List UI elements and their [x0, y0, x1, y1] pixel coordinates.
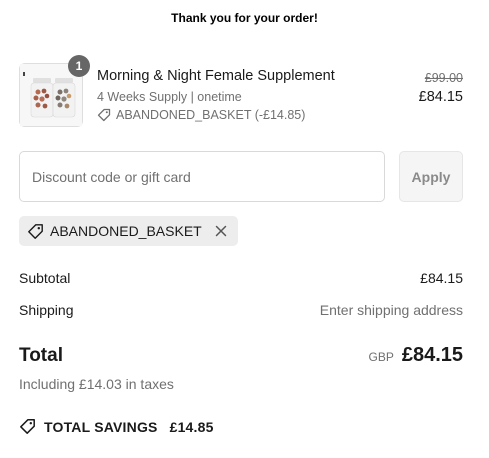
apply-discount-button[interactable]: Apply	[399, 151, 463, 202]
applied-discount-code: ABANDONED_BASKET	[50, 223, 202, 239]
tag-icon	[28, 223, 43, 239]
shipping-label: Shipping	[19, 302, 74, 318]
total-value-group: GBP £84.15	[368, 344, 463, 367]
total-savings-amount: £14.85	[169, 418, 214, 435]
total-label: Total	[19, 345, 63, 366]
total-row: Total GBP £84.15	[19, 344, 463, 369]
line-item-discount: ABANDONED_BASKET (-£14.85)	[97, 108, 305, 122]
applied-discount-chip: ABANDONED_BASKET	[19, 216, 238, 246]
discounted-price: £84.15	[418, 89, 463, 105]
order-confirmation-banner: Thank you for your order!	[171, 11, 318, 25]
total-savings-label: TOTAL SAVINGS	[44, 418, 158, 435]
product-name: Morning & Night Female Supplement	[97, 68, 335, 84]
product-variant: 4 Weeks Supply | onetime	[97, 90, 242, 104]
discount-code-input[interactable]	[19, 151, 385, 202]
remove-discount-button[interactable]	[214, 224, 228, 238]
subtotal-label: Subtotal	[19, 270, 71, 286]
tag-icon	[97, 108, 111, 122]
line-item-discount-label: ABANDONED_BASKET (-£14.85)	[116, 108, 306, 122]
shipping-row: Shipping Enter shipping address	[19, 302, 463, 320]
subtotal-row: Subtotal £84.15	[19, 270, 463, 288]
total-savings: TOTAL SAVINGS £14.85	[19, 418, 214, 435]
tag-icon	[20, 419, 35, 434]
currency-code: GBP	[368, 350, 394, 364]
taxes-note: Including £14.03 in taxes	[19, 376, 174, 392]
subtotal-value: £84.15	[420, 270, 463, 286]
close-icon	[215, 225, 226, 237]
quantity-badge: 1	[68, 55, 90, 77]
total-amount: £84.15	[401, 344, 463, 366]
line-item: 1 Morning & Night Female Supplement 4 We…	[19, 55, 463, 127]
shipping-value: Enter shipping address	[319, 302, 463, 318]
discount-form: Apply	[19, 151, 463, 202]
original-price: £99.00	[424, 71, 463, 85]
